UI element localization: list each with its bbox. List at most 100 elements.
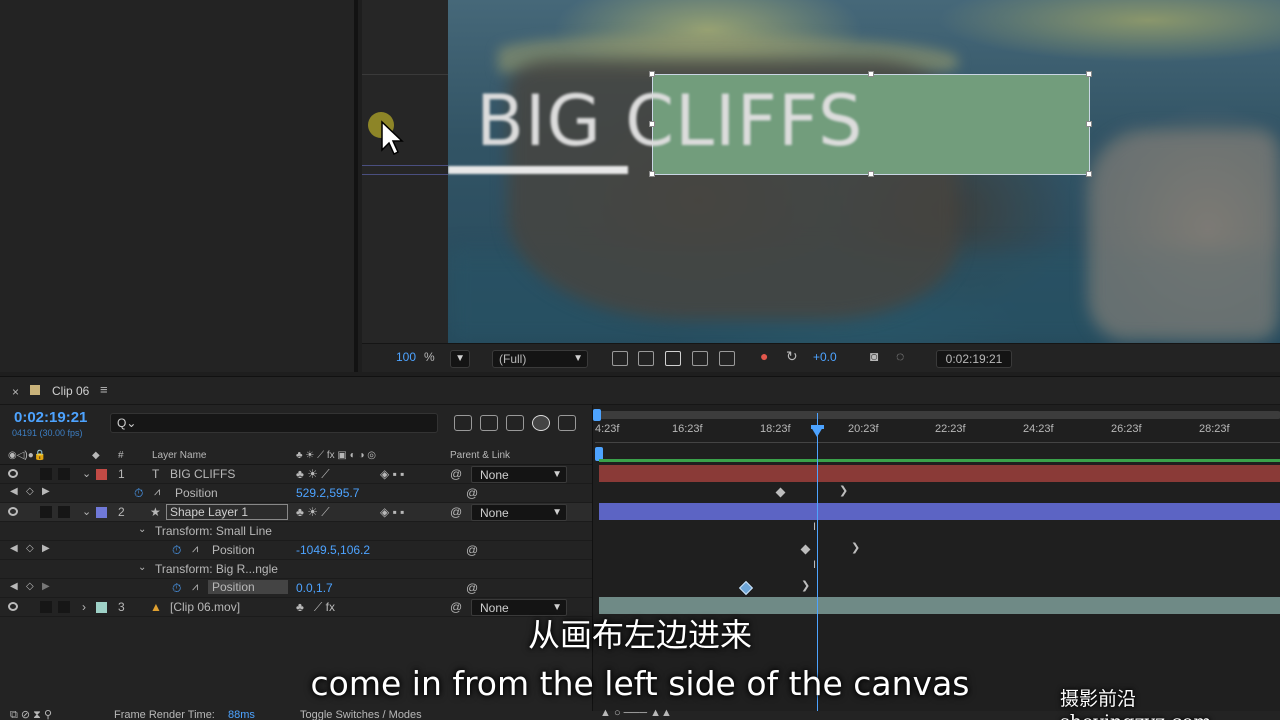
parent-dropdown[interactable]: None ▼ xyxy=(471,466,567,483)
transform-handle[interactable] xyxy=(1086,171,1092,177)
zoom-slider[interactable]: ▲ ○ ─── ▲▲ xyxy=(600,707,672,719)
add-keyframe-icon[interactable]: ◇ xyxy=(26,486,34,497)
label-color-swatch[interactable] xyxy=(96,469,107,480)
frame-blending-icon[interactable] xyxy=(506,415,524,431)
viewer-timecode[interactable]: 0:02:19:21 xyxy=(936,350,1012,368)
show-snapshot-icon[interactable]: ◌ xyxy=(896,348,904,364)
exposure-value[interactable]: +0.0 xyxy=(813,350,837,364)
label-column-icon[interactable]: ◆ xyxy=(92,450,100,461)
toggle-switches-modes[interactable]: Toggle Switches / Modes xyxy=(300,709,422,720)
pick-whip-icon[interactable]: @ xyxy=(450,505,462,519)
resolution-dropdown[interactable]: (Full) ▼ xyxy=(492,350,588,368)
transform-handle[interactable] xyxy=(1086,121,1092,127)
stopwatch-icon[interactable]: ⏱ xyxy=(172,543,181,558)
layer-name-input[interactable]: Shape Layer 1 xyxy=(166,504,288,520)
property-group-row[interactable]: ⌄ Transform: Big R...ngle xyxy=(0,560,592,579)
pick-whip-icon[interactable]: @ xyxy=(466,543,478,557)
keyframe[interactable] xyxy=(800,544,811,555)
stopwatch-icon[interactable]: ⏱ xyxy=(134,486,143,501)
switches-icon[interactable]: ◈ ▪ ▪ xyxy=(380,505,404,519)
comp-title-text[interactable]: BIG CLIFFS xyxy=(476,80,863,162)
close-icon[interactable]: × xyxy=(12,385,19,399)
work-area-bar[interactable] xyxy=(595,411,1280,419)
pick-whip-icon[interactable]: @ xyxy=(466,581,478,595)
motion-blur-icon[interactable] xyxy=(532,415,550,431)
zoom-dropdown[interactable]: ▼ xyxy=(450,350,470,368)
transform-handle[interactable] xyxy=(868,171,874,177)
layer-row-2[interactable]: ⌄ 2 ★ Shape Layer 1 ♣ ☀ ⟋ ◈ ▪ ▪ @ None ▼ xyxy=(0,503,592,522)
layer-bar-big-cliffs[interactable] xyxy=(599,465,1280,482)
next-keyframe-icon[interactable]: ▶ xyxy=(42,581,50,592)
property-group-row[interactable]: ⌄ Transform: Small Line xyxy=(0,522,592,541)
column-layer-name[interactable]: Layer Name xyxy=(152,450,206,461)
work-area-start-handle[interactable] xyxy=(593,409,601,421)
add-keyframe-icon[interactable]: ◇ xyxy=(26,581,34,592)
keyframe-ease[interactable]: ❯ xyxy=(851,541,860,554)
region-of-interest-icon[interactable] xyxy=(692,351,708,366)
switches-icon[interactable]: ♣ ☀ ⟋ xyxy=(296,467,330,482)
layer-name[interactable]: BIG CLIFFS xyxy=(170,467,235,481)
layer-row-1[interactable]: ⌄ 1 T BIG CLIFFS ♣ ☀ ⟋ ◈ ▪ ▪ @ None ▼ xyxy=(0,465,592,484)
property-value[interactable]: 0.0,1.7 xyxy=(296,581,333,595)
lock-toggle[interactable] xyxy=(58,468,70,480)
status-icons[interactable]: ⧉ ⊘ ⧗ ⚲ xyxy=(10,708,52,720)
property-row[interactable]: ◀ ◇ ▶ ⏱ ⩘ Position 529.2,595.7 @ xyxy=(0,484,592,503)
guides-grid-icon[interactable] xyxy=(719,351,735,366)
switches-icon[interactable]: ◈ ▪ ▪ xyxy=(380,467,404,481)
keyframe-selected[interactable] xyxy=(738,580,754,596)
shape-small-line[interactable] xyxy=(448,166,628,174)
tab-clip-06[interactable]: Clip 06 xyxy=(52,384,89,398)
keyframe[interactable] xyxy=(775,487,786,498)
fast-previews-icon[interactable] xyxy=(612,351,628,366)
chevron-down-icon[interactable]: ⌄ xyxy=(138,524,146,535)
layer-bar-shape-layer[interactable] xyxy=(599,503,1280,520)
property-row[interactable]: ◀ ◇ ▶ ⏱ ⩘ Position -1049.5,106.2 @ xyxy=(0,541,592,560)
pick-whip-icon[interactable]: @ xyxy=(466,486,478,500)
eye-icon[interactable] xyxy=(8,469,18,478)
current-time-indicator-head[interactable] xyxy=(811,427,823,437)
prev-keyframe-icon[interactable]: ◀ xyxy=(10,581,18,592)
lock-toggle[interactable] xyxy=(58,506,70,518)
keyframe-ease[interactable]: ❯ xyxy=(801,579,810,592)
switches-icon[interactable]: ♣ ☀ ⟋ xyxy=(296,505,330,520)
property-row[interactable]: ◀ ◇ ▶ ⏱ ⩘ Position 0.0,1.7 @ xyxy=(0,579,592,598)
reset-exposure-icon[interactable]: ↻ xyxy=(786,348,798,365)
av-features-icon[interactable]: ◉◁)●🔒 xyxy=(8,450,46,461)
label-color-swatch[interactable] xyxy=(96,507,107,518)
parent-dropdown[interactable]: None ▼ xyxy=(471,504,567,521)
panel-menu-icon[interactable]: ≡ xyxy=(100,382,108,397)
graph-icon[interactable]: ⩘ xyxy=(192,581,198,594)
shy-layers-icon[interactable] xyxy=(480,415,498,431)
next-keyframe-icon[interactable]: ▶ xyxy=(42,543,50,554)
next-keyframe-icon[interactable]: ▶ xyxy=(42,486,50,497)
add-keyframe-icon[interactable]: ◇ xyxy=(26,543,34,554)
keyframe-ease[interactable]: ❯ xyxy=(839,484,848,497)
current-time-display[interactable]: 0:02:19:21 xyxy=(14,409,87,426)
property-value[interactable]: -1049.5,106.2 xyxy=(296,543,370,557)
solo-toggle[interactable] xyxy=(40,506,52,518)
eye-icon[interactable] xyxy=(8,507,18,516)
graph-icon[interactable]: ⩘ xyxy=(192,543,198,556)
transform-handle[interactable] xyxy=(649,71,655,77)
solo-toggle[interactable] xyxy=(40,468,52,480)
chevron-down-icon[interactable]: ⌄ xyxy=(82,467,91,480)
zoom-value[interactable]: 100 xyxy=(396,350,416,364)
transform-handle[interactable] xyxy=(1086,71,1092,77)
property-value[interactable]: 529.2,595.7 xyxy=(296,486,359,500)
composition-viewer[interactable]: BIG CLIFFS xyxy=(362,0,1280,343)
switches-column-icons[interactable]: ♣ ☀ ⟋ fx ▣ ◐ ◑ ◎ xyxy=(296,450,376,461)
chevron-down-icon[interactable]: ⌄ xyxy=(138,562,146,573)
graph-icon[interactable]: ⩘ xyxy=(154,486,160,499)
transform-handle[interactable] xyxy=(649,171,655,177)
prev-keyframe-icon[interactable]: ◀ xyxy=(10,543,18,554)
layer-search-input[interactable]: Q⌄ xyxy=(110,413,438,433)
pick-whip-icon[interactable]: @ xyxy=(450,467,462,481)
transform-handle[interactable] xyxy=(868,71,874,77)
graph-editor-icon[interactable] xyxy=(558,415,576,431)
prev-keyframe-icon[interactable]: ◀ xyxy=(10,486,18,497)
comp-mini-flowchart-icon[interactable] xyxy=(454,415,472,431)
transparency-grid-icon[interactable] xyxy=(638,351,654,366)
stopwatch-icon[interactable]: ⏱ xyxy=(172,581,181,596)
color-channels-icon[interactable]: ● xyxy=(760,348,768,364)
chevron-down-icon[interactable]: ⌄ xyxy=(82,505,91,518)
